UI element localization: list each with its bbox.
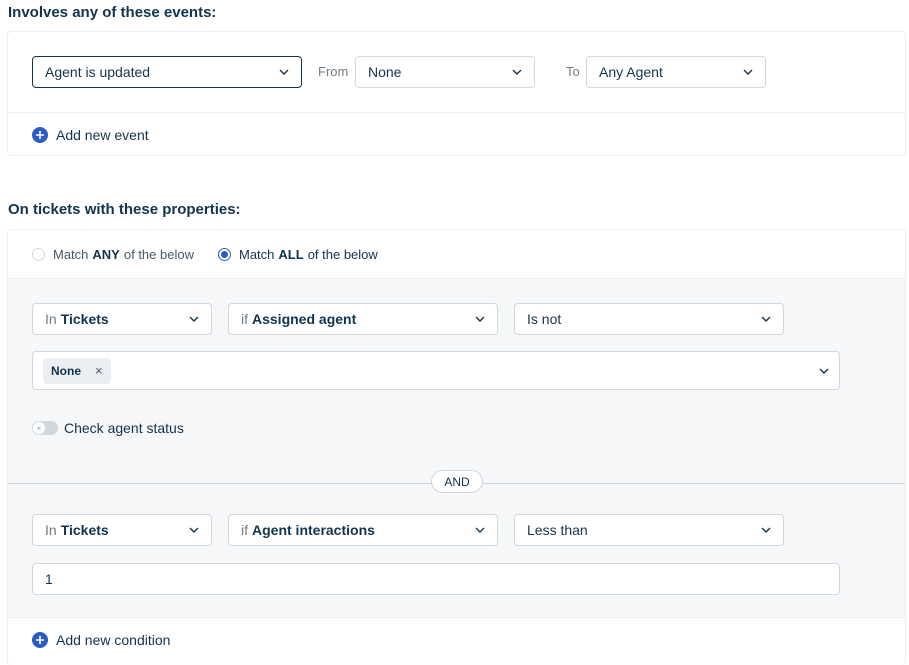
chevron-down-icon <box>475 314 485 324</box>
match-all-bold: ALL <box>278 247 304 262</box>
check-agent-status-label: Check agent status <box>64 420 184 436</box>
scope-prefix: In <box>45 522 57 538</box>
add-condition-label: Add new condition <box>56 632 171 648</box>
operator-value: Less than <box>527 522 588 538</box>
tag-label: None <box>51 363 81 378</box>
to-select[interactable]: Any Agent <box>586 56 766 88</box>
radio-circle <box>218 248 231 261</box>
field-prefix: if <box>241 522 248 538</box>
field-prefix: if <box>241 311 248 327</box>
chevron-down-icon <box>189 525 199 535</box>
chevron-down-icon <box>761 314 771 324</box>
match-any-prefix: Match <box>53 247 89 262</box>
match-any-radio[interactable]: Match ANY of the below <box>32 247 194 262</box>
toggle-off-icon: × <box>33 422 45 434</box>
event-select-value: Agent is updated <box>45 64 151 80</box>
event-select[interactable]: Agent is updated <box>32 56 302 88</box>
add-event-button[interactable]: Add new event <box>32 127 149 143</box>
condition2-scope-select[interactable]: In Tickets <box>32 514 212 546</box>
plus-icon <box>32 632 48 648</box>
operator-value: Is not <box>527 311 562 327</box>
divider <box>8 112 905 113</box>
chevron-down-icon <box>279 67 289 77</box>
field-value: Assigned agent <box>252 311 357 327</box>
value-tag: None × <box>43 357 111 384</box>
from-select-value: None <box>368 64 402 80</box>
condition1-operator-select[interactable]: Is not <box>514 303 784 335</box>
chevron-down-icon <box>743 67 753 77</box>
match-any-bold: ANY <box>92 247 120 262</box>
condition2-field-select[interactable]: if Agent interactions <box>228 514 498 546</box>
chevron-down-icon <box>512 67 522 77</box>
field-value: Agent interactions <box>252 522 375 538</box>
condition1-field-select[interactable]: if Assigned agent <box>228 303 498 335</box>
check-agent-status-toggle[interactable]: × <box>32 421 58 435</box>
remove-tag-icon[interactable]: × <box>95 363 103 378</box>
from-label: From <box>318 64 349 79</box>
conditions-panel: In Tickets if Assigned agent Is not None ×… <box>8 278 905 618</box>
scope-value: Tickets <box>60 311 109 327</box>
condition2-value-input[interactable]: 1 <box>32 563 840 595</box>
and-joiner-badge: AND <box>431 470 483 493</box>
condition1-scope-select[interactable]: In Tickets <box>32 303 212 335</box>
to-label: To <box>566 64 580 79</box>
from-select[interactable]: None <box>355 56 535 88</box>
scope-prefix: In <box>45 311 57 327</box>
match-all-radio[interactable]: Match ALL of the below <box>218 247 378 262</box>
match-all-suffix: of the below <box>307 247 378 262</box>
match-any-suffix: of the below <box>123 247 194 262</box>
properties-section-title: On tickets with these properties: <box>8 201 241 218</box>
match-all-prefix: Match <box>239 247 275 262</box>
chevron-down-icon <box>189 314 199 324</box>
value-text: 1 <box>45 571 53 587</box>
events-section-title: Involves any of these events: <box>8 4 217 21</box>
add-event-label: Add new event <box>56 127 149 143</box>
chevron-down-icon <box>761 525 771 535</box>
condition2-operator-select[interactable]: Less than <box>514 514 784 546</box>
radio-circle <box>32 248 45 261</box>
properties-card: Match ANY of the below Match ALL of the … <box>7 229 906 665</box>
scope-value: Tickets <box>60 522 109 538</box>
chevron-down-icon <box>819 366 829 376</box>
condition1-value-multiselect[interactable]: None × <box>32 351 840 390</box>
events-card: Agent is updated From None To Any Agent … <box>7 31 906 156</box>
add-condition-button[interactable]: Add new condition <box>32 632 170 648</box>
to-select-value: Any Agent <box>599 64 663 80</box>
chevron-down-icon <box>475 525 485 535</box>
plus-icon <box>32 127 48 143</box>
